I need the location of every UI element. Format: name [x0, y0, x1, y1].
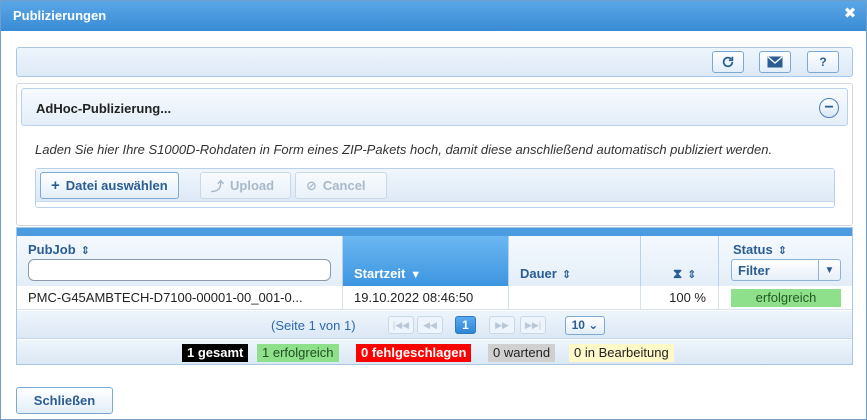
sort-icon[interactable]: ⇕: [778, 245, 787, 257]
publications-grid: PubJob ⇕ Startzeit ▼ Dauer ⇕ ⧗ ⇕ Status ⇕ Fi: [16, 227, 853, 365]
cell-status: erfolgreich: [719, 286, 852, 310]
column-status-label: Status: [733, 242, 773, 257]
collapse-icon[interactable]: −: [819, 98, 839, 118]
close-dialog-button[interactable]: Schließen: [16, 387, 113, 414]
select-file-label: Datei auswählen: [65, 178, 168, 193]
column-pubjob-label: PubJob: [28, 242, 76, 257]
summary-waiting-badge: 0 wartend: [488, 344, 556, 362]
cancel-button[interactable]: ⊘ Cancel: [295, 172, 387, 199]
page-size-select[interactable]: 10 ⌄: [565, 316, 605, 335]
prev-page-icon: ◀◀: [423, 319, 437, 330]
first-page-icon: |◀◀: [392, 319, 410, 330]
upload-toolbar: + Datei auswählen ⤴ Upload ⊘ Cancel: [36, 169, 834, 202]
pubjob-filter-input[interactable]: [28, 259, 331, 281]
upload-label: Upload: [230, 178, 275, 193]
column-header-status[interactable]: Status ⇕ Filter ▼: [719, 236, 852, 286]
status-filter-value: Filter: [738, 263, 770, 278]
next-page-icon: ▶▶: [495, 319, 509, 330]
plus-icon: +: [51, 177, 60, 194]
toolbar: ?: [16, 47, 853, 77]
pagination-bar: (Seite 1 von 1) |◀◀ ◀◀ 1 ▶▶ ▶▶| 10 ⌄: [17, 311, 852, 339]
close-icon[interactable]: ✖: [842, 6, 858, 22]
next-page-button[interactable]: ▶▶: [489, 316, 515, 334]
adhoc-hint-text: Laden Sie hier Ihre S1000D-Rohdaten in F…: [35, 142, 773, 157]
cancel-icon: ⊘: [306, 177, 317, 193]
adhoc-panel: AdHoc-Publizierung... − Laden Sie hier I…: [16, 83, 853, 226]
cell-progress: 100 %: [641, 286, 719, 310]
sort-icon[interactable]: ⇕: [81, 245, 90, 257]
last-page-icon: ▶▶|: [524, 319, 542, 330]
upload-area: + Datei auswählen ⤴ Upload ⊘ Cancel: [35, 168, 835, 208]
status-summary-bar: 1 gesamt 1 erfolgreich 0 fehlgeschlagen …: [17, 340, 852, 364]
first-page-button[interactable]: |◀◀: [388, 316, 414, 334]
column-header-startzeit[interactable]: Startzeit ▼: [343, 236, 509, 286]
grid-accent-bar: [17, 228, 852, 236]
refresh-button[interactable]: [712, 51, 744, 73]
column-header-progress[interactable]: ⧗ ⇕: [641, 236, 719, 286]
cell-startzeit: 19.10.2022 08:46:50: [343, 286, 509, 310]
refresh-icon: [722, 56, 734, 68]
summary-in-progress-badge: 0 in Bearbeitung: [569, 344, 674, 362]
prev-page-button[interactable]: ◀◀: [417, 316, 443, 334]
chevron-down-icon: ▼: [818, 260, 840, 280]
cancel-label: Cancel: [322, 178, 366, 193]
summary-total-badge: 1 gesamt: [182, 344, 249, 362]
sort-icon[interactable]: ⇕: [562, 269, 571, 281]
dialog-titlebar: Publizierungen ✖: [1, 1, 866, 31]
last-page-button[interactable]: ▶▶|: [520, 316, 546, 334]
column-header-pubjob[interactable]: PubJob ⇕: [17, 236, 343, 286]
column-startzeit-label: Startzeit: [354, 266, 406, 281]
cell-dauer: [509, 286, 641, 310]
column-dauer-label: Dauer: [520, 266, 557, 281]
table-row[interactable]: PMC-G45AMBTECH-D7100-00001-00_001-0... 1…: [17, 286, 852, 310]
upload-button[interactable]: ⤴ Upload: [200, 172, 291, 199]
help-icon: ?: [819, 55, 827, 69]
page-info: (Seite 1 von 1): [271, 318, 356, 333]
summary-success-badge: 1 erfolgreich: [257, 344, 339, 362]
upload-icon: ⤴: [211, 179, 225, 194]
sort-icon[interactable]: ⇕: [687, 269, 696, 281]
column-header-dauer[interactable]: Dauer ⇕: [509, 236, 641, 286]
adhoc-panel-title: AdHoc-Publizierung...: [36, 101, 172, 116]
dialog-title: Publizierungen: [13, 8, 107, 23]
status-badge: erfolgreich: [731, 289, 841, 307]
sort-desc-icon[interactable]: ▼: [410, 269, 421, 281]
hourglass-icon: ⧗: [673, 266, 683, 281]
email-button[interactable]: [759, 51, 791, 73]
publications-dialog: Publizierungen ✖ ? AdHoc-Publizierung...…: [0, 0, 867, 420]
status-filter-select[interactable]: Filter ▼: [731, 259, 841, 281]
page-button-1[interactable]: 1: [455, 316, 476, 334]
summary-failed-badge: 0 fehlgeschlagen: [356, 344, 472, 362]
help-button[interactable]: ?: [807, 51, 839, 73]
adhoc-panel-header[interactable]: AdHoc-Publizierung... −: [21, 88, 848, 126]
envelope-icon: [767, 56, 783, 68]
cell-pubjob: PMC-G45AMBTECH-D7100-00001-00_001-0...: [17, 286, 343, 310]
select-file-button[interactable]: + Datei auswählen: [40, 172, 179, 199]
